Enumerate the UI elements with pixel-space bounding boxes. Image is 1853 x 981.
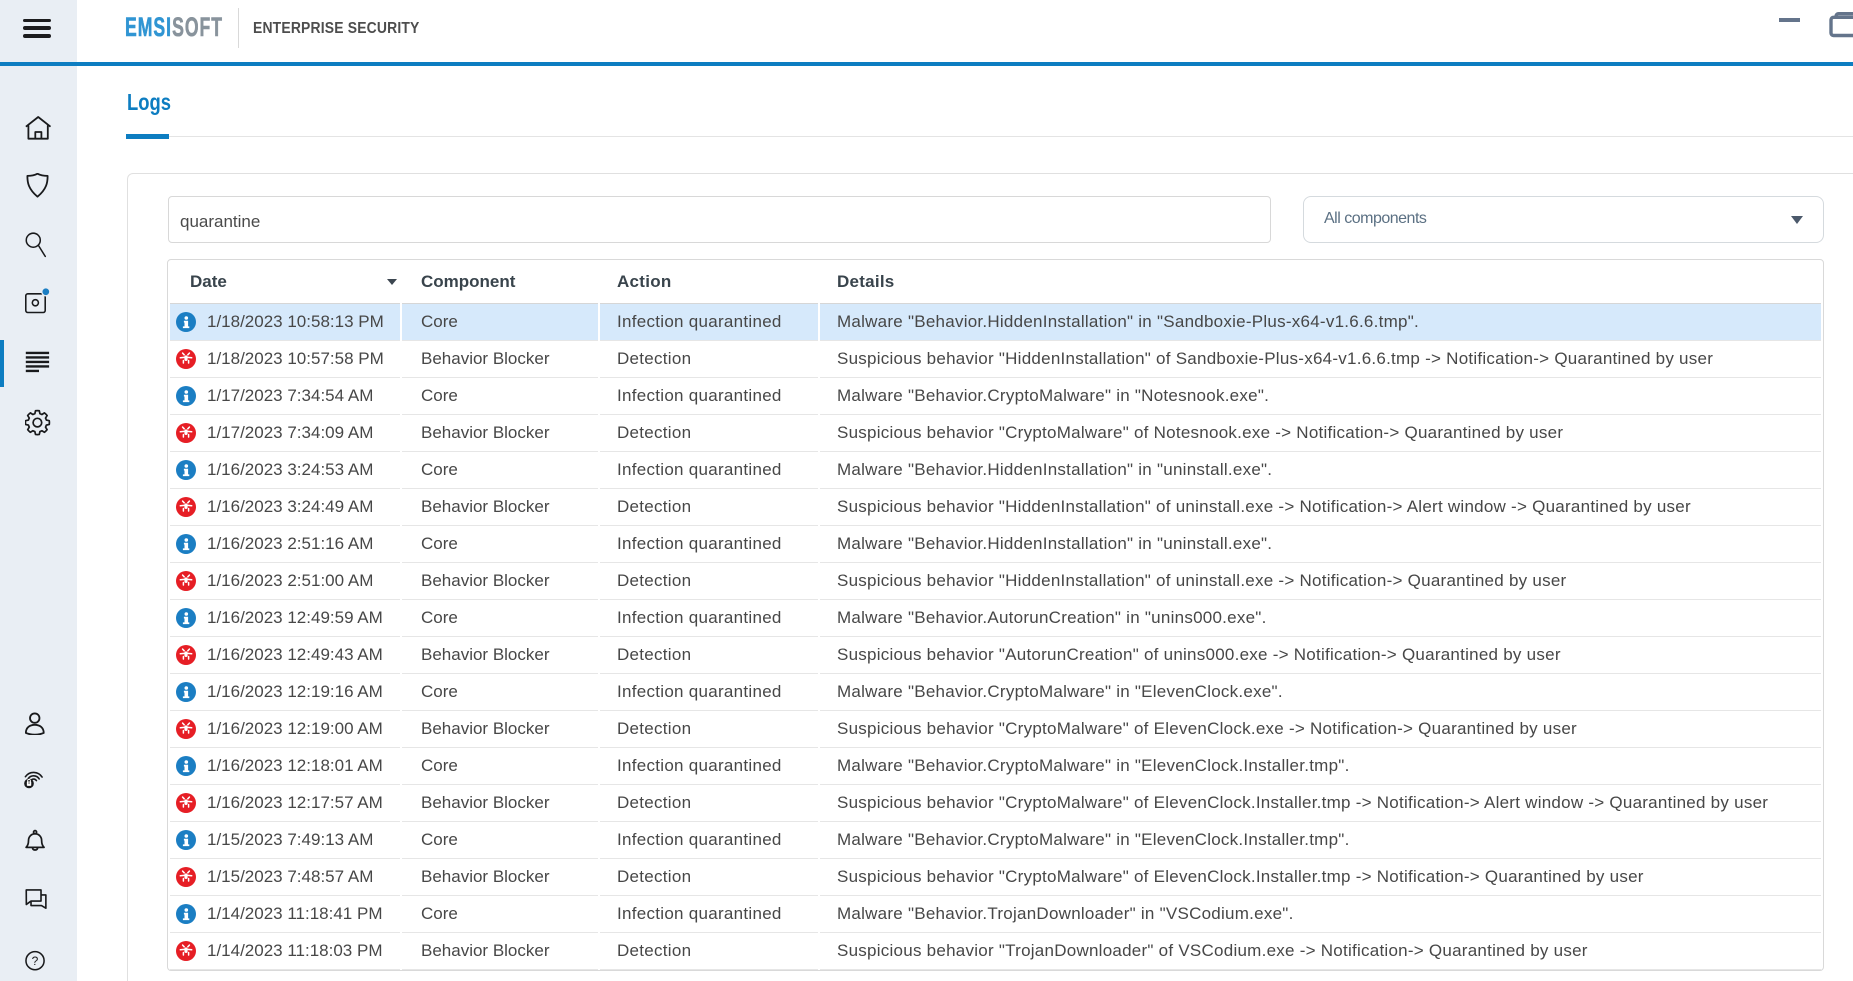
svg-text:?: ?: [32, 954, 39, 968]
